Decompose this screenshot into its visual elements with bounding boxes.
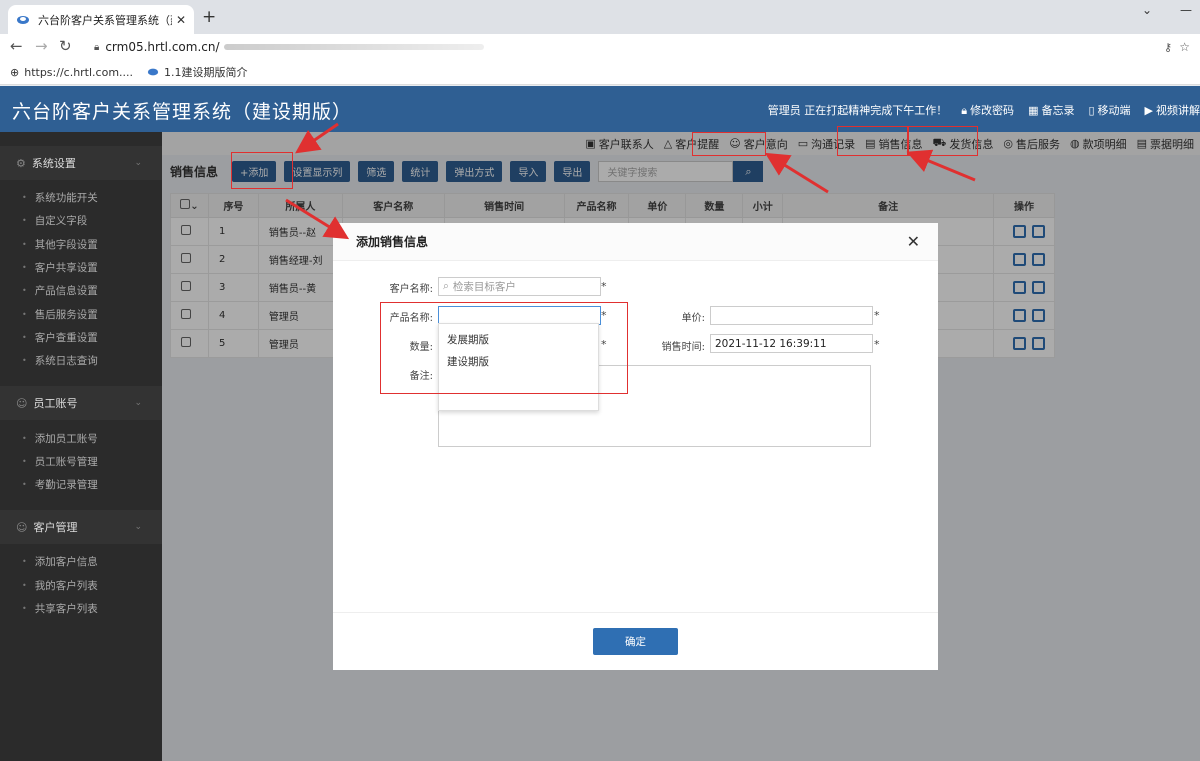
arrow-to-sales (906, 149, 976, 182)
arrow-to-modal (285, 198, 350, 240)
annotation-arrows (285, 122, 976, 240)
arrow-to-add (295, 122, 339, 154)
arrow-to-intent (764, 152, 829, 194)
